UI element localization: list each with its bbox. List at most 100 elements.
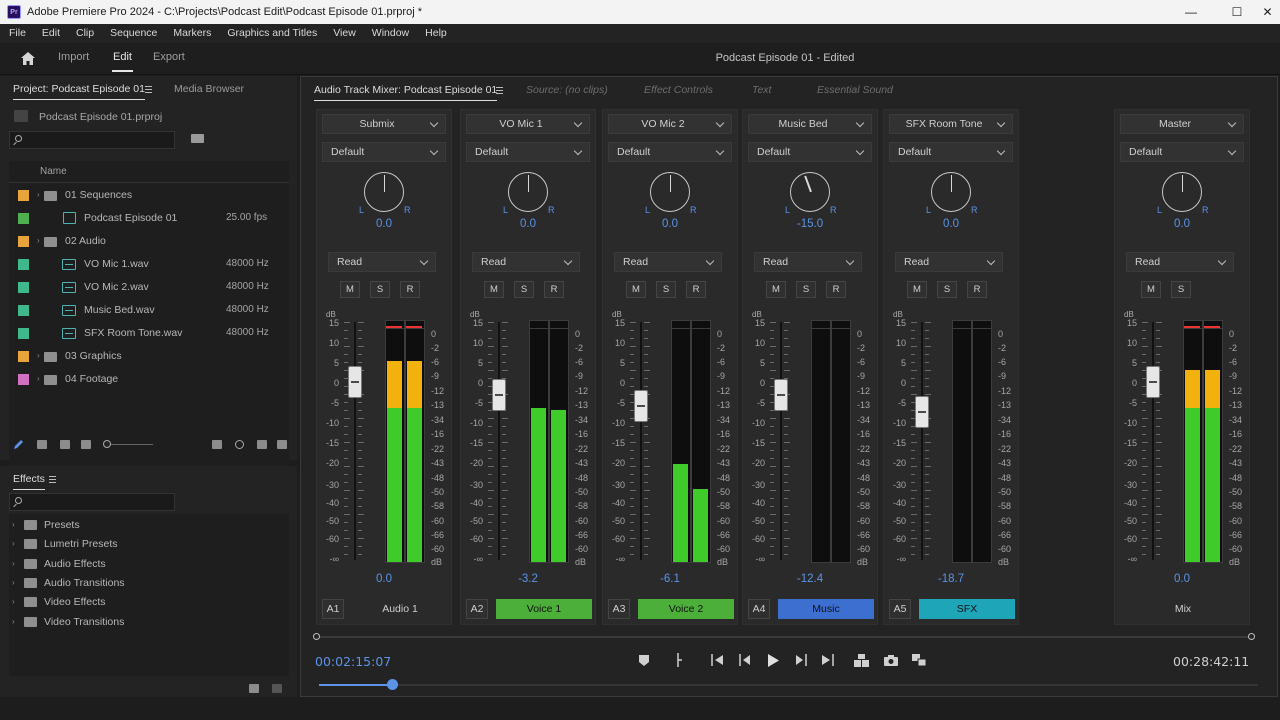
track-volume-value[interactable]: -12.4	[760, 573, 860, 585]
effects-bin-row[interactable]: › Lumetri Presets	[9, 535, 289, 554]
go-to-out-icon[interactable]	[819, 652, 835, 668]
effects-bin-row[interactable]: › Video Effects	[9, 593, 289, 612]
volume-fader-handle[interactable]	[774, 378, 788, 411]
track-volume-value[interactable]: -6.1	[620, 573, 720, 585]
current-timecode[interactable]: 00:02:15:07	[315, 654, 391, 669]
zoom-slider-handle[interactable]	[103, 440, 111, 448]
tab-source[interactable]: Source: (no clips)	[526, 84, 608, 96]
menu-clip[interactable]: Clip	[68, 24, 102, 43]
automation-mode-dropdown[interactable]: Read	[1126, 252, 1234, 272]
workspace-tab-export[interactable]: Export	[153, 51, 185, 63]
expand-chevron-icon[interactable]: ›	[12, 578, 15, 587]
track-output-dropdown[interactable]: SFX Room Tone	[889, 114, 1013, 134]
track-volume-value[interactable]: 0.0	[1132, 573, 1232, 585]
project-row[interactable]: › 02 Audio	[9, 230, 289, 253]
solo-button[interactable]: S	[370, 281, 390, 298]
mute-button[interactable]: M	[766, 281, 786, 298]
fader-track[interactable]	[498, 322, 500, 560]
automation-mode-dropdown[interactable]: Read	[754, 252, 862, 272]
fader-track[interactable]	[354, 322, 356, 560]
pan-knob[interactable]	[364, 172, 404, 212]
label-color-swatch[interactable]	[18, 213, 29, 224]
menu-window[interactable]: Window	[364, 24, 417, 43]
pan-value[interactable]: -15.0	[760, 218, 860, 230]
go-to-in-icon[interactable]	[710, 652, 726, 668]
track-output-dropdown[interactable]: VO Mic 1	[466, 114, 590, 134]
track-output-dropdown[interactable]: Master	[1120, 114, 1244, 134]
tab-essential-sound[interactable]: Essential Sound	[817, 84, 893, 96]
playhead-scrubber[interactable]	[319, 684, 1258, 686]
tab-text[interactable]: Text	[752, 84, 771, 96]
playhead-handle[interactable]	[387, 679, 399, 690]
mark-in-out-icon[interactable]	[671, 652, 687, 668]
menu-edit[interactable]: Edit	[34, 24, 68, 43]
freeform-view-icon[interactable]	[81, 440, 91, 449]
solo-button[interactable]: S	[1171, 281, 1191, 298]
pan-knob[interactable]	[1162, 172, 1202, 212]
zoom-scroll-bar[interactable]	[318, 636, 1253, 638]
home-icon[interactable]	[20, 51, 36, 66]
list-view-icon[interactable]	[37, 440, 47, 449]
icon-view-icon[interactable]	[60, 440, 70, 449]
automation-mode-dropdown[interactable]: Read	[472, 252, 580, 272]
expand-chevron-icon[interactable]: ›	[12, 617, 15, 626]
minimize-button[interactable]: —	[1173, 0, 1209, 24]
mute-button[interactable]: M	[340, 281, 360, 298]
zoom-scroll-end-handle[interactable]	[1248, 633, 1255, 640]
label-color-swatch[interactable]	[18, 328, 29, 339]
fader-track[interactable]	[780, 322, 782, 560]
expand-chevron-icon[interactable]: ›	[37, 374, 40, 383]
record-enable-button[interactable]: R	[826, 281, 846, 298]
fader-track[interactable]	[640, 322, 642, 560]
pan-value[interactable]: 0.0	[334, 218, 434, 230]
find-icon[interactable]	[235, 440, 244, 449]
project-row[interactable]: Music Bed.wav 48000 Hz	[9, 299, 289, 322]
effects-bin-row[interactable]: › Presets	[9, 516, 289, 535]
workspace-tab-edit[interactable]: Edit	[113, 51, 132, 63]
expand-chevron-icon[interactable]: ›	[37, 190, 40, 199]
solo-button[interactable]: S	[937, 281, 957, 298]
track-volume-value[interactable]: 0.0	[334, 573, 434, 585]
label-color-swatch[interactable]	[18, 259, 29, 270]
pencil-icon[interactable]	[13, 439, 24, 450]
project-row[interactable]: › 04 Footage	[9, 368, 289, 391]
step-forward-icon[interactable]	[793, 652, 809, 668]
project-row[interactable]: SFX Room Tone.wav 48000 Hz	[9, 322, 289, 345]
mute-button[interactable]: M	[1141, 281, 1161, 298]
record-enable-button[interactable]: R	[686, 281, 706, 298]
track-volume-value[interactable]: -18.7	[901, 573, 1001, 585]
expand-chevron-icon[interactable]: ›	[37, 351, 40, 360]
automation-mode-dropdown[interactable]: Read	[895, 252, 1003, 272]
effects-preset-dropdown[interactable]: Default	[748, 142, 872, 162]
menu-help[interactable]: Help	[417, 24, 455, 43]
tab-effect-controls[interactable]: Effect Controls	[644, 84, 713, 96]
add-marker-icon[interactable]	[636, 652, 652, 668]
record-icon[interactable]	[911, 652, 927, 668]
solo-button[interactable]: S	[656, 281, 676, 298]
fader-track[interactable]	[1152, 322, 1154, 560]
project-search-input[interactable]	[9, 131, 175, 149]
solo-button[interactable]: S	[514, 281, 534, 298]
mute-button[interactable]: M	[484, 281, 504, 298]
maximize-button[interactable]: ☐	[1219, 0, 1255, 24]
tab-effects[interactable]: Effects	[13, 473, 45, 490]
pan-knob[interactable]	[650, 172, 690, 212]
automation-mode-dropdown[interactable]: Read	[614, 252, 722, 272]
label-color-swatch[interactable]	[18, 305, 29, 316]
project-row[interactable]: › 01 Sequences	[9, 184, 289, 207]
label-color-swatch[interactable]	[18, 374, 29, 385]
mute-button[interactable]: M	[626, 281, 646, 298]
effects-search-input[interactable]	[9, 493, 175, 511]
record-enable-button[interactable]: R	[967, 281, 987, 298]
new-item-icon[interactable]	[277, 440, 287, 449]
close-window-button[interactable]: ✕	[1255, 0, 1280, 24]
tab-project[interactable]: Project: Podcast Episode 01	[13, 83, 145, 100]
label-color-swatch[interactable]	[18, 236, 29, 247]
effects-preset-dropdown[interactable]: Default	[608, 142, 732, 162]
project-row[interactable]: Podcast Episode 01 25.00 fps	[9, 207, 289, 230]
effects-preset-dropdown[interactable]: Default	[322, 142, 446, 162]
project-row[interactable]: › 03 Graphics	[9, 345, 289, 368]
menu-markers[interactable]: Markers	[165, 24, 219, 43]
automate-to-sequence-icon[interactable]	[212, 440, 222, 449]
menu-graphics-and-titles[interactable]: Graphics and Titles	[219, 24, 325, 43]
